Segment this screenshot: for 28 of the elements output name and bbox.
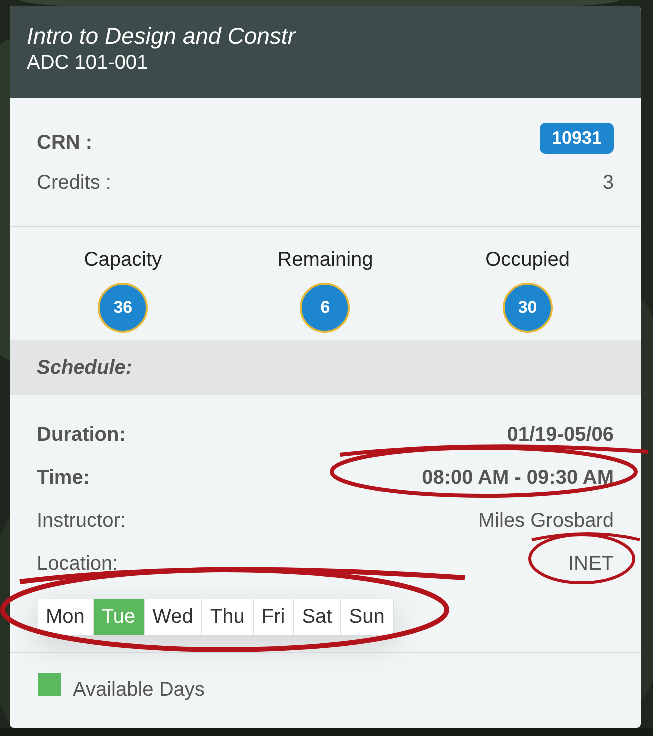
detail-label: Location: <box>37 552 118 576</box>
detail-label: Time: <box>37 466 90 490</box>
day-button[interactable]: Mon <box>38 599 94 635</box>
detail-label: Duration: <box>37 422 126 448</box>
stat-label: Remaining <box>278 248 374 273</box>
schedule-heading: Schedule: <box>10 340 641 395</box>
course-code: ADC 101-001 <box>27 51 150 76</box>
legend-label: Available Days <box>73 678 205 703</box>
course-title: Intro to Design and Constr <box>27 22 298 50</box>
stat-count: 36 <box>98 283 148 333</box>
day-button[interactable]: Sun <box>341 599 394 635</box>
detail-value: 08:00 AM - 09:30 AM <box>422 466 614 490</box>
credits-value: 3 <box>602 171 614 196</box>
day-button[interactable]: Wed <box>144 599 202 635</box>
crn-badge: 10931 <box>540 122 614 154</box>
crn-label: CRN : <box>37 131 93 156</box>
day-button[interactable]: Thu <box>202 599 254 635</box>
stat-label: Occupied <box>486 248 570 273</box>
credits-label: Credits : <box>37 171 112 196</box>
detail-value: Miles Grosbard <box>478 508 614 534</box>
day-button[interactable]: Sat <box>294 599 342 635</box>
detail-value: 01/19-05/06 <box>507 422 614 448</box>
stat-count: 6 <box>300 283 350 333</box>
stat-count: 30 <box>502 283 553 333</box>
detail-label: Instructor: <box>37 508 126 534</box>
stat-label: Capacity <box>84 248 162 273</box>
detail-value: INET <box>568 552 614 576</box>
day-button[interactable]: Fri <box>254 599 294 635</box>
